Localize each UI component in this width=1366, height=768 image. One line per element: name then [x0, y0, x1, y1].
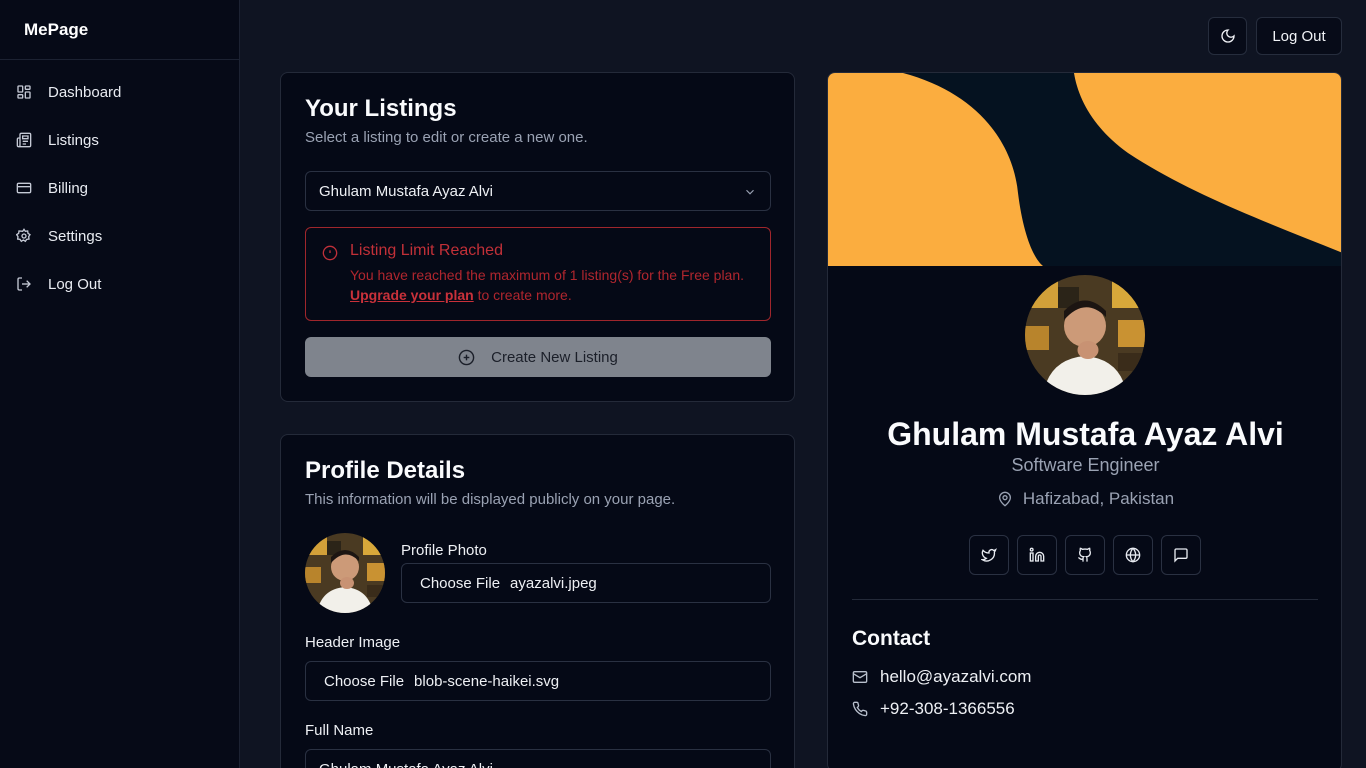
preview-name: Ghulam Mustafa Ayaz Alvi [887, 416, 1284, 452]
twitter-link[interactable] [969, 535, 1009, 575]
settings-icon [16, 228, 32, 244]
listings-subtitle: Select a listing to edit or create a new… [305, 129, 588, 146]
contact-title: Contact [852, 627, 931, 650]
listing-limit-alert: Listing Limit Reached You have reached t… [305, 227, 771, 321]
alert-text-before: You have reached the maximum of 1 listin… [350, 267, 745, 283]
sidebar: MePage Dashboard Listings Billing Settin… [0, 0, 240, 768]
upgrade-plan-link[interactable]: Upgrade your plan [350, 287, 474, 303]
social-links [969, 535, 1201, 575]
message-icon [1173, 547, 1189, 563]
sidebar-item-label: Billing [48, 179, 89, 197]
profile-photo-preview [305, 533, 385, 613]
alert-body: You have reached the maximum of 1 listin… [350, 265, 754, 305]
profile-photo-label: Profile Photo [401, 542, 487, 559]
preview-role: Software Engineer [1011, 455, 1160, 475]
logout-icon [16, 276, 32, 292]
full-name-label: Full Name [305, 722, 374, 739]
full-name-input[interactable]: Ghulam Mustafa Ayaz Alvi [305, 749, 771, 768]
sidebar-item-label: Log Out [48, 275, 102, 293]
profile-photo-choose-button[interactable]: Choose File [420, 575, 500, 592]
sidebar-item-label: Listings [48, 131, 99, 149]
twitter-icon [981, 547, 997, 563]
chevron-down-icon [743, 185, 757, 199]
divider [852, 599, 1318, 600]
profile-subtitle: This information will be displayed publi… [305, 491, 676, 508]
linkedin-icon [1029, 547, 1045, 563]
location-text: Hafizabad, Pakistan [1022, 489, 1175, 508]
plus-circle-icon [458, 349, 475, 366]
listing-select-value: Ghulam Mustafa Ayaz Alvi [319, 182, 493, 200]
profile-photo-input[interactable]: Choose File ayazalvi.jpeg [401, 563, 771, 603]
brand-logo[interactable]: MePage [0, 0, 239, 60]
listings-card: Your Listings Select a listing to edit o… [280, 72, 795, 402]
logout-button[interactable]: Log Out [1256, 17, 1342, 55]
mail-icon [852, 669, 868, 685]
profile-avatar [1025, 275, 1145, 395]
header-image-filename: blob-scene-haikei.svg [414, 672, 560, 690]
email-text: hello@ayazalvi.com [880, 667, 1032, 686]
listings-title: Your Listings [305, 95, 457, 122]
dashboard-icon [16, 84, 32, 100]
sidebar-item-settings[interactable]: Settings [0, 212, 239, 260]
sidebar-item-billing[interactable]: Billing [0, 164, 239, 212]
map-pin-icon [997, 491, 1013, 507]
listings-icon [16, 132, 32, 148]
sidebar-item-listings[interactable]: Listings [0, 116, 239, 164]
github-link[interactable] [1065, 535, 1105, 575]
contact-email[interactable]: hello@ayazalvi.com [852, 667, 1031, 687]
alert-text-after: to create more. [477, 287, 572, 303]
sidebar-nav: Dashboard Listings Billing Settings Log … [0, 60, 239, 308]
moon-icon [1220, 28, 1236, 44]
header-image-preview [828, 73, 1341, 266]
sidebar-item-dashboard[interactable]: Dashboard [0, 68, 239, 116]
message-link[interactable] [1161, 535, 1201, 575]
alert-circle-icon [322, 245, 338, 261]
create-listing-label: Create New Listing [491, 348, 618, 366]
create-listing-button[interactable]: Create New Listing [305, 337, 771, 377]
website-link[interactable] [1113, 535, 1153, 575]
sidebar-item-label: Settings [48, 227, 103, 245]
phone-icon [852, 701, 868, 717]
listing-select[interactable]: Ghulam Mustafa Ayaz Alvi [305, 171, 771, 211]
profile-photo-filename: ayazalvi.jpeg [510, 574, 597, 592]
alert-title: Listing Limit Reached [350, 242, 503, 259]
contact-phone[interactable]: +92-308-1366556 [852, 699, 1015, 719]
globe-icon [1125, 547, 1141, 563]
profile-preview-card: Ghulam Mustafa Ayaz Alvi Software Engine… [827, 72, 1342, 768]
header-image-input[interactable]: Choose File blob-scene-haikei.svg [305, 661, 771, 701]
sidebar-item-logout[interactable]: Log Out [0, 260, 239, 308]
profile-title: Profile Details [305, 457, 466, 484]
phone-text: +92-308-1366556 [880, 699, 1015, 718]
github-icon [1077, 547, 1093, 563]
profile-details-card: Profile Details This information will be… [280, 434, 795, 768]
linkedin-link[interactable] [1017, 535, 1057, 575]
header-image-label: Header Image [305, 634, 401, 651]
theme-toggle-button[interactable] [1208, 17, 1247, 55]
preview-location: Hafizabad, Pakistan [828, 489, 1341, 509]
sidebar-item-label: Dashboard [48, 83, 122, 101]
header-image-choose-button[interactable]: Choose File [324, 673, 404, 690]
billing-icon [16, 180, 32, 196]
